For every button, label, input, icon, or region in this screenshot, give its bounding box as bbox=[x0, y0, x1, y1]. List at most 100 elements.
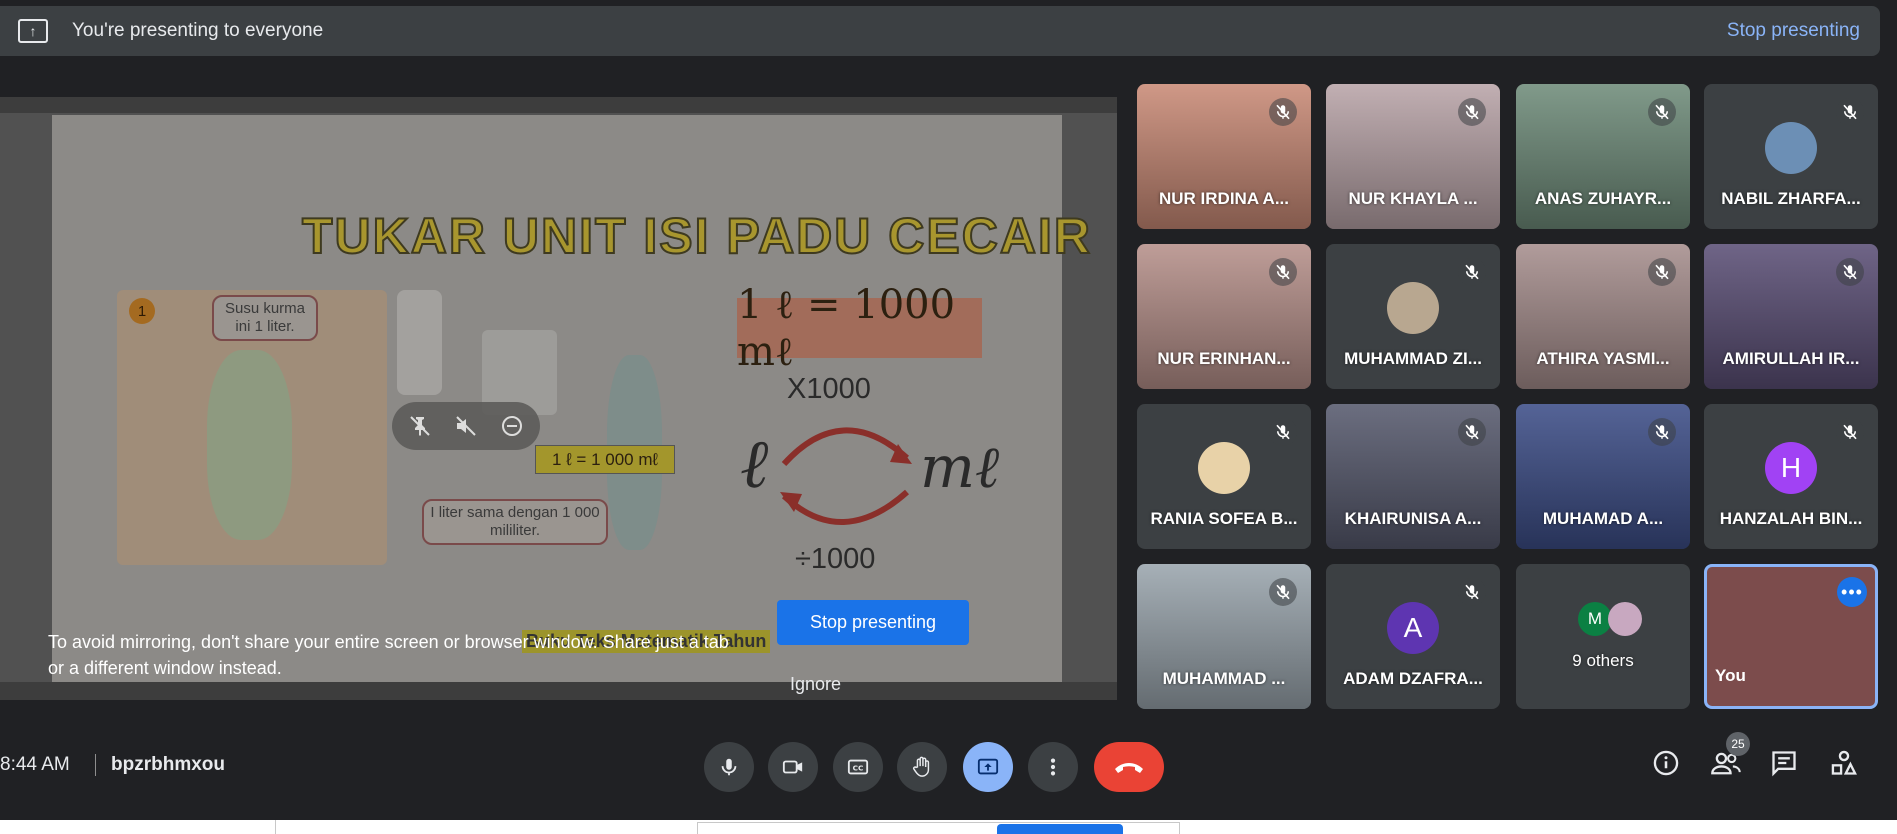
participant-name: NUR IRDINA A... bbox=[1158, 189, 1289, 208]
avatar: M bbox=[1578, 602, 1612, 636]
participant-tile[interactable]: You ••• bbox=[1704, 564, 1878, 709]
participant-tile[interactable]: ATHIRA YASMI... bbox=[1516, 244, 1690, 389]
participant-name: RANIA SOFEA B... bbox=[1150, 509, 1298, 528]
slide-speech-bubble-bottom: I liter sama dengan 1 000 mililiter. bbox=[422, 499, 608, 545]
participant-name: MUHAMMAD ZI... bbox=[1344, 349, 1482, 368]
slide-unit-litre: ℓ bbox=[740, 425, 769, 504]
participant-tile[interactable]: NUR KHAYLA ... bbox=[1326, 84, 1500, 229]
svg-text:CC: CC bbox=[853, 764, 864, 773]
present-now-button[interactable] bbox=[963, 742, 1013, 792]
ignore-button[interactable]: Ignore bbox=[790, 674, 841, 695]
participant-name: MUHAMAD A... bbox=[1542, 509, 1664, 528]
participant-tile[interactable]: A ADAM DZAFRA... bbox=[1326, 564, 1500, 709]
participant-tile[interactable]: NUR IRDINA A... bbox=[1137, 84, 1311, 229]
participant-tile[interactable]: H HANZALAH BIN... bbox=[1704, 404, 1878, 549]
avatar bbox=[1608, 602, 1642, 636]
info-icon bbox=[1653, 750, 1679, 776]
mic-off-icon bbox=[1269, 418, 1297, 446]
participant-tile[interactable]: NUR ERINHAN... bbox=[1137, 244, 1311, 389]
chat-icon bbox=[1772, 751, 1796, 777]
more-options-button[interactable] bbox=[1028, 742, 1078, 792]
slide-bottle bbox=[397, 290, 442, 395]
raise-hand-icon bbox=[913, 756, 930, 777]
shared-window-statusbar bbox=[0, 682, 1117, 700]
participant-name: NUR KHAYLA ... bbox=[1348, 189, 1478, 208]
avatar bbox=[1198, 442, 1250, 494]
participant-tile[interactable]: AMIRULLAH IR... bbox=[1704, 244, 1878, 389]
participant-tile[interactable]: M 9 others bbox=[1516, 564, 1690, 709]
mirroring-warning: To avoid mirroring, don't share your ent… bbox=[48, 632, 729, 678]
mic-button[interactable] bbox=[704, 742, 754, 792]
camera-icon bbox=[782, 760, 803, 774]
slide-unit-millilitre: mℓ bbox=[920, 433, 1000, 501]
mic-off-icon bbox=[1648, 258, 1676, 286]
shared-window-titlebar bbox=[0, 97, 1117, 113]
captions-button[interactable]: CC bbox=[833, 742, 883, 792]
raise-hand-button[interactable] bbox=[897, 742, 947, 792]
closed-captions-icon: CC bbox=[847, 759, 869, 775]
pin-off-icon[interactable] bbox=[408, 414, 432, 444]
meeting-code: bpzrbhmxou bbox=[111, 754, 225, 775]
chat-button[interactable] bbox=[1766, 745, 1802, 781]
participant-tile[interactable]: MUHAMAD A... bbox=[1516, 404, 1690, 549]
avatar: H bbox=[1765, 442, 1817, 494]
slide-equation-large: 1 ℓ = 1000 mℓ bbox=[737, 282, 982, 375]
mic-off-icon bbox=[1836, 418, 1864, 446]
mic-off-icon bbox=[1836, 98, 1864, 126]
clock: 8:44 AM bbox=[0, 754, 70, 775]
stop-presenting-button[interactable]: Stop presenting bbox=[777, 600, 969, 645]
stop-presenting-link[interactable]: Stop presenting bbox=[1727, 20, 1860, 42]
avatar bbox=[1387, 282, 1439, 334]
participant-tile[interactable]: MUHAMMAD ... bbox=[1137, 564, 1311, 709]
participant-tile[interactable]: RANIA SOFEA B... bbox=[1137, 404, 1311, 549]
mic-off-icon bbox=[1458, 98, 1486, 126]
slide-girl-figure bbox=[207, 350, 292, 540]
meeting-details-button[interactable] bbox=[1648, 745, 1684, 781]
activities-icon bbox=[1831, 750, 1857, 775]
more-horiz-icon[interactable]: ••• bbox=[1837, 577, 1867, 607]
slide-badge: 1 bbox=[129, 298, 155, 324]
slide-conversion-arrows bbox=[780, 427, 912, 525]
tile-hover-controls bbox=[392, 402, 540, 450]
remove-icon[interactable] bbox=[500, 414, 524, 444]
activities-button[interactable] bbox=[1826, 745, 1862, 781]
participant-name: NUR ERINHAN... bbox=[1157, 349, 1291, 368]
presenting-banner: ↑ You're presenting to everyone Stop pre… bbox=[0, 6, 1880, 56]
participant-name: AMIRULLAH IR... bbox=[1722, 349, 1860, 368]
participant-name: ATHIRA YASMI... bbox=[1536, 349, 1670, 368]
end-call-button[interactable] bbox=[1094, 742, 1164, 792]
participant-tile[interactable]: MUHAMMAD ZI... bbox=[1326, 244, 1500, 389]
present-now-icon bbox=[977, 758, 999, 775]
mic-off-icon bbox=[1648, 418, 1676, 446]
slide-title: TUKAR UNIT ISI PADU CECAIR bbox=[301, 207, 1092, 265]
footer-divider bbox=[275, 820, 276, 834]
presenting-message: You're presenting to everyone bbox=[72, 20, 324, 41]
browser-footer bbox=[0, 820, 1897, 834]
participant-tile[interactable]: KHAIRUNISA A... bbox=[1326, 404, 1500, 549]
present-to-all-icon: ↑ bbox=[18, 19, 48, 43]
mic-off-icon bbox=[1648, 98, 1676, 126]
participant-name: MUHAMMAD ... bbox=[1162, 669, 1286, 688]
mic-icon bbox=[721, 758, 737, 776]
divider bbox=[95, 754, 96, 776]
participant-name: 9 others bbox=[1572, 651, 1634, 670]
mic-off-icon bbox=[1458, 418, 1486, 446]
camera-button[interactable] bbox=[768, 742, 818, 792]
mic-off-icon bbox=[1269, 258, 1297, 286]
participant-tile[interactable]: ANAS ZUHAYR... bbox=[1516, 84, 1690, 229]
participant-name: ADAM DZAFRA... bbox=[1343, 669, 1483, 688]
more-vert-icon bbox=[1050, 758, 1056, 776]
participant-tile[interactable]: NABIL ZHARFA... bbox=[1704, 84, 1878, 229]
avatar bbox=[1765, 122, 1817, 174]
slide-speech-bubble-top: Susu kurma ini 1 liter. bbox=[212, 295, 318, 341]
mic-off-icon bbox=[1269, 98, 1297, 126]
mic-off-icon bbox=[1269, 578, 1297, 606]
avatar: A bbox=[1387, 602, 1439, 654]
people-count-badge: 25 bbox=[1726, 732, 1750, 756]
participant-name: ANAS ZUHAYR... bbox=[1534, 189, 1672, 208]
mute-audio-icon[interactable] bbox=[454, 414, 478, 444]
participant-name: NABIL ZHARFA... bbox=[1721, 189, 1861, 208]
participant-name: You bbox=[1715, 666, 1746, 685]
participant-name: KHAIRUNISA A... bbox=[1344, 509, 1482, 528]
control-bar: 8:44 AM bpzrbhmxou CC 25 bbox=[0, 730, 1897, 800]
